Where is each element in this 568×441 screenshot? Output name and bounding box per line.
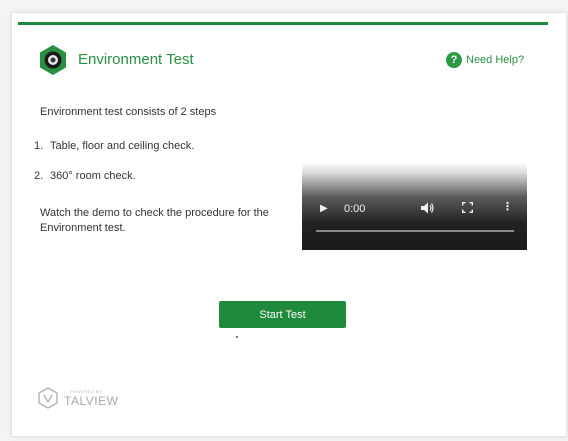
video-time: 0:00 (344, 203, 366, 215)
list-item: 1. Table, floor and ceiling check. (34, 140, 194, 170)
demo-video-player[interactable]: ▶ 0:00 ⋮ (302, 162, 527, 250)
cursor-dot (236, 336, 238, 338)
page-title: Environment Test (78, 51, 194, 68)
steps-list: 1. Table, floor and ceiling check. 2. 36… (34, 140, 194, 200)
talview-logo: POWERED BY TALVIEW (37, 387, 118, 409)
volume-icon[interactable] (421, 202, 434, 217)
step-text: 360° room check. (50, 170, 136, 182)
step-number: 1. (34, 140, 44, 152)
accent-divider (18, 22, 548, 25)
webcam-icon (40, 45, 66, 75)
list-item: 2. 360° room check. (34, 170, 194, 200)
talview-logo-icon (38, 387, 58, 409)
step-text: Table, floor and ceiling check. (50, 140, 195, 152)
help-icon: ? (446, 52, 462, 68)
need-help-link[interactable]: ? Need Help? (446, 52, 524, 68)
play-icon[interactable]: ▶ (320, 203, 328, 214)
more-options-icon[interactable]: ⋮ (502, 200, 513, 213)
start-test-button[interactable]: Start Test (219, 301, 346, 328)
step-number: 2. (34, 170, 44, 182)
watch-demo-text: Watch the demo to check the procedure fo… (40, 207, 269, 234)
fullscreen-icon[interactable] (462, 202, 473, 216)
need-help-label: Need Help? (466, 54, 525, 66)
intro-text: Environment test consists of 2 steps (40, 106, 217, 118)
brand-name: TALVIEW (64, 393, 119, 408)
video-progress-bar[interactable] (316, 230, 514, 232)
